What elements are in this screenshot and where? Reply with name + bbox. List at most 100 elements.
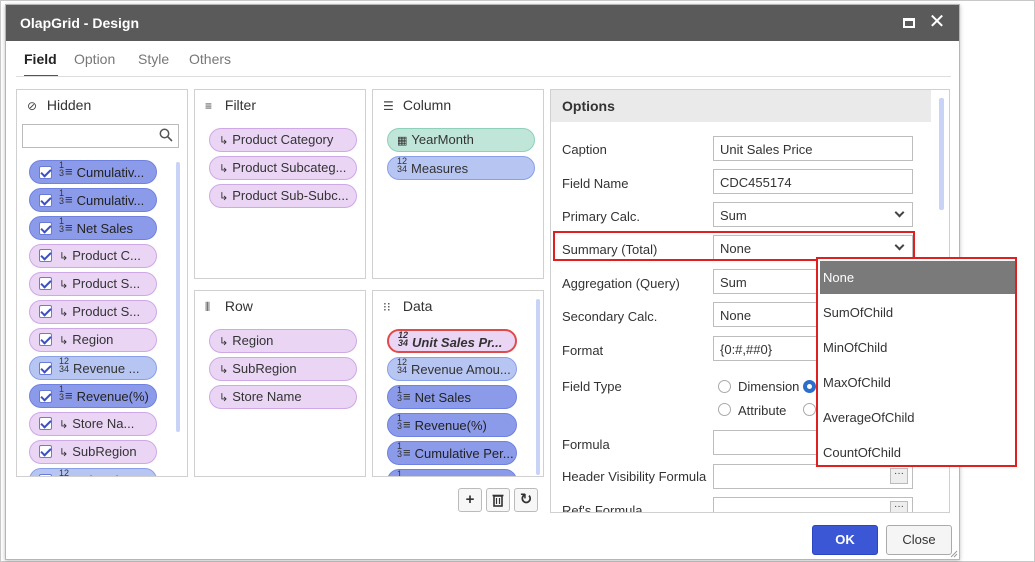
field-label: Product S... [72,304,141,319]
hidden-field-item[interactable]: ↳ Region [29,328,157,352]
close-button[interactable]: Close [886,525,952,555]
hidden-field-item[interactable]: ↳ Product S... [29,272,157,296]
tab-option[interactable]: Option [74,49,115,77]
row-field-item[interactable]: ↳ Region [209,329,357,353]
checkbox[interactable] [39,194,52,207]
measure-icon: 13≡ [59,160,73,179]
field-type-attribute-radio[interactable] [718,403,731,416]
data-scrollbar[interactable] [536,299,540,475]
hidden-field-item[interactable]: 1 3≡ Cumulativ... [29,160,157,184]
data-field-item[interactable]: 12 34 Revenue Amou... [387,357,517,381]
data-field-item[interactable]: 13≡Cumulative Per... [387,469,517,476]
field-label: Cumulative Per... [414,446,514,461]
summary-option-countofchild[interactable]: CountOfChild [820,436,1015,469]
dimension-icon: ↳ [59,447,69,459]
ellipsis-icon[interactable]: ··· [890,501,908,512]
checkbox[interactable] [39,390,52,403]
column-icon: ☰ [383,99,394,113]
hidden-field-item[interactable]: 1 3≡ Cumulativ... [29,188,157,212]
refs-formula-label: Ref's Formula [562,503,643,513]
tab-field[interactable]: Field [24,49,58,77]
hidden-field-item[interactable]: ↳ Store Na... [29,412,157,436]
hidden-field-item[interactable]: 1 3≡ Revenue(%) [29,384,157,408]
caption-label: Caption [562,142,607,157]
data-field-item[interactable]: 12 34 Unit Sales Pr... [387,329,517,353]
hidden-field-item[interactable]: ↳ Product C... [29,244,157,268]
field-type-other-radio[interactable] [803,403,816,416]
data-field-item[interactable]: 1 3≡ Net Sales [387,385,517,409]
add-field-button[interactable]: + [458,488,482,512]
hidden-field-item[interactable]: 1234Unit Sales [29,468,157,476]
field-label: Cumulative Per... [415,474,514,476]
data-field-item[interactable]: 1 3≡ Revenue(%) [387,413,517,437]
field-label: Unit Sales Pr... [412,335,503,350]
close-icon: ✕ [928,11,946,33]
summary-option-maxofchild[interactable]: MaxOfChild [820,366,1015,399]
checkbox[interactable] [39,277,52,290]
checkbox[interactable] [39,333,52,346]
filter-field-item[interactable]: ↳ Product Sub-Subc... [209,184,357,208]
field-name-field[interactable]: CDC455174 [713,169,913,194]
row-field-item[interactable]: ↳ Store Name [209,385,357,409]
field-label: Revenue ... [73,361,140,376]
hidden-field-item[interactable]: ↳ Product S... [29,300,157,324]
data-field-item[interactable]: 13≡Cumulative Per... [387,441,517,465]
summary-option-minofchild[interactable]: MinOfChild [820,331,1015,364]
checkbox[interactable] [39,445,52,458]
summary-option-none[interactable]: None [820,261,1015,294]
filter-field-item[interactable]: ↳ Product Category [209,128,357,152]
options-panel-title: Options [551,90,931,122]
title-bar[interactable]: OlapGrid - Design ✕ [6,5,959,41]
checkbox[interactable] [39,249,52,262]
measure-icon: 13≡ [397,441,411,460]
checkbox[interactable] [39,305,52,318]
ok-button[interactable]: OK [812,525,878,555]
filter-panel-title: Filter [224,97,257,113]
tab-style[interactable]: Style [138,49,169,77]
ellipsis-icon[interactable]: ··· [890,468,908,484]
close-window-button[interactable]: ✕ [927,11,947,33]
checkbox[interactable] [39,474,52,476]
checkbox[interactable] [39,362,52,375]
refresh-button[interactable]: ↻ [514,488,538,512]
column-field-item[interactable]: ▦ YearMonth [387,128,535,152]
checkbox[interactable] [39,417,52,430]
maximize-button[interactable] [899,13,919,33]
column-field-item[interactable]: 12 34 Measures [387,156,535,180]
field-label: Product Sub-Subc... [232,188,349,203]
dimension-icon: ↳ [219,392,229,404]
caption-field[interactable]: Unit Sales Price [713,136,913,161]
hidden-field-item[interactable]: 12 34 Revenue ... [29,356,157,380]
field-type-dimension-radio[interactable] [718,380,731,393]
field-label: Store Name [232,389,302,404]
field-label: Revenue(%) [76,389,149,404]
row-field-item[interactable]: ↳ SubRegion [209,357,357,381]
field-type-measure-radio[interactable] [803,380,816,393]
resize-grip-icon[interactable] [950,550,958,558]
hidden-field-item[interactable]: ↳ SubRegion [29,440,157,464]
hidden-search-input[interactable] [22,124,179,148]
data-panel-header: ⁝⁝ Data [373,291,543,321]
aggregation-label: Aggregation (Query) [562,276,680,291]
delete-field-button[interactable] [486,488,510,512]
hidden-scrollbar[interactable] [176,162,180,432]
primary-calc-select[interactable]: Sum [713,202,913,227]
dimension-icon: ↳ [219,191,229,203]
measure-icon: 13≡ [59,188,73,207]
filter-field-item[interactable]: ↳ Product Subcateg... [209,156,357,180]
number-icon: 1234 [397,357,408,375]
tab-others[interactable]: Others [189,49,231,77]
measure-icon: 13≡ [59,216,73,235]
summary-option-sumofchild[interactable]: SumOfChild [820,296,1015,329]
hidden-field-item[interactable]: 1 3≡ Net Sales [29,216,157,240]
summary-option-averageofchild[interactable]: AverageOfChild [820,401,1015,434]
checkbox[interactable] [39,222,52,235]
field-label: Product S... [72,276,141,291]
field-label: Product Subcateg... [232,160,347,175]
hidden-panel-header: ⊘ Hidden [17,90,187,120]
checkbox[interactable] [39,166,52,179]
field-label: Net Sales [76,221,133,236]
refs-formula-field[interactable]: ··· [713,497,913,512]
options-scrollbar[interactable] [939,98,944,210]
column-panel: ☰ Column ▦ YearMonth 12 34 Measures [372,89,544,279]
